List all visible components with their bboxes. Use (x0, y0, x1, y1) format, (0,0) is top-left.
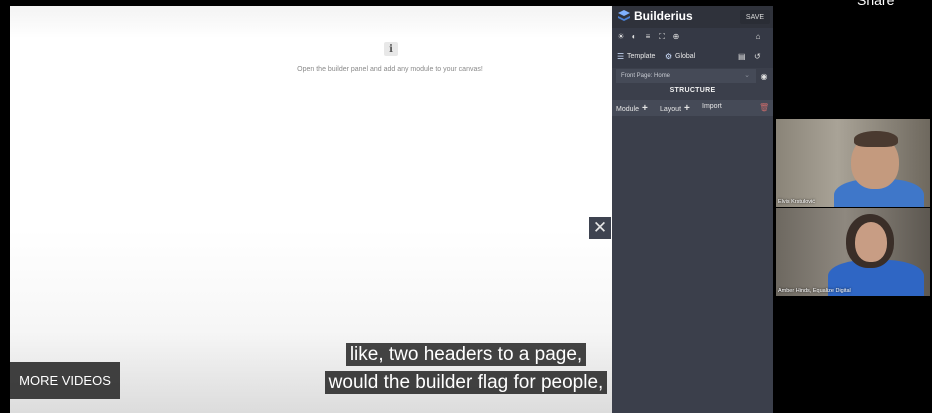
add-layout-button[interactable]: Layout + (660, 103, 690, 114)
participant-video-tile[interactable]: Elvis Krstulović (776, 119, 930, 207)
sun-icon[interactable]: ☀ (616, 32, 626, 41)
participant-video-tile[interactable]: Amber Hinds, Equalize Digital (776, 208, 930, 296)
structure-heading: STRUCTURE (669, 87, 716, 94)
add-module-label: Module (616, 106, 639, 113)
participant-name: Amber Hinds, Equalize Digital (778, 288, 851, 294)
tabs-bar: ☰ Template ⚙ Global ▤ ↺ (612, 48, 773, 68)
caption-text: like, two headers to a page, (345, 343, 587, 366)
add-layout-label: Layout (660, 106, 682, 113)
chevron-down-icon: ⌄ (744, 72, 750, 79)
globe-icon[interactable]: ⊕ (671, 32, 681, 41)
contrast-icon[interactable]: ◐ (629, 32, 639, 41)
face-shape (855, 222, 887, 262)
close-panel-button[interactable]: ✕ (589, 217, 611, 239)
plus-icon: + (641, 103, 648, 114)
caption-line: would the builder flag for people, (0, 371, 932, 394)
trash-icon[interactable]: 🗑 (759, 103, 769, 112)
save-button[interactable]: SAVE (740, 10, 770, 24)
expand-icon[interactable]: ⛶ (657, 32, 667, 42)
share-label[interactable]: Share (857, 0, 894, 8)
info-icon: i (384, 42, 398, 56)
gear-icon: ⚙ (665, 52, 673, 61)
home-icon[interactable]: ⌂ (753, 32, 763, 41)
eye-icon[interactable]: ◉ (757, 69, 771, 83)
brand-title: Builderius (634, 9, 693, 23)
tab-template[interactable]: Template (627, 53, 655, 60)
participant-name: Elvis Krstulović (778, 199, 815, 205)
caption-text: would the builder flag for people, (324, 371, 608, 394)
page-select[interactable]: Front Page: Home ⌄ (616, 69, 756, 83)
panel-header: Builderius SAVE (612, 6, 773, 28)
add-module-button[interactable]: Module + (616, 103, 648, 114)
template-icon: ☰ (617, 52, 625, 61)
structure-actions-bar: Module + Layout + Import 🗑 (612, 100, 773, 116)
page-select-value: Front Page: Home (621, 73, 671, 79)
caption-line: like, two headers to a page, (0, 343, 932, 366)
database-icon[interactable]: ▤ (738, 52, 746, 61)
tab-global[interactable]: Global (675, 53, 695, 60)
plus-icon: + (684, 103, 690, 114)
hair-shape (854, 131, 898, 147)
panel-toolbar: ☀ ◐ ≡ ⛶ ⊕ ⌂ (612, 28, 773, 48)
settings-sliders-icon[interactable]: ≡ (643, 32, 653, 41)
undo-icon[interactable]: ↺ (754, 52, 761, 61)
builderius-logo-icon (618, 10, 630, 21)
import-button[interactable]: Import (702, 103, 722, 110)
